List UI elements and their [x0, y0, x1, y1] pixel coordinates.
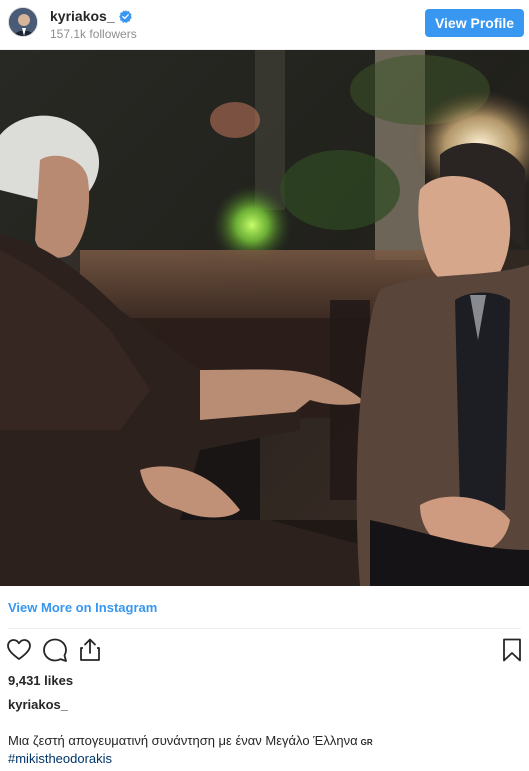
caption-body: Μια ζεστή απογευματινή συνάντηση με έναν…	[8, 733, 358, 748]
view-profile-button[interactable]: View Profile	[425, 9, 524, 37]
divider	[8, 628, 521, 629]
bookmark-icon[interactable]	[499, 637, 525, 663]
share-icon[interactable]	[77, 637, 103, 663]
username[interactable]: kyriakos_	[50, 8, 115, 24]
hashtag-link[interactable]: #mikistheodorakis	[8, 751, 112, 766]
avatar[interactable]	[8, 7, 38, 37]
likes-count[interactable]: 9,431 likes	[8, 673, 73, 688]
post-header: kyriakos_ 157.1k followers View Profile	[0, 0, 529, 50]
caption-text: Μια ζεστή απογευματινή συνάντηση με έναν…	[8, 733, 373, 748]
comment-icon[interactable]	[42, 637, 68, 663]
view-more-link[interactable]: View More on Instagram	[8, 600, 157, 615]
post-photo[interactable]	[0, 50, 529, 586]
verified-badge-icon	[118, 9, 132, 23]
followers-count: 157.1k followers	[50, 27, 137, 41]
caption-username[interactable]: kyriakos_	[8, 697, 68, 712]
username-row: kyriakos_	[50, 8, 132, 24]
heart-icon[interactable]	[6, 637, 32, 663]
greece-flag-label: GR	[360, 738, 373, 747]
